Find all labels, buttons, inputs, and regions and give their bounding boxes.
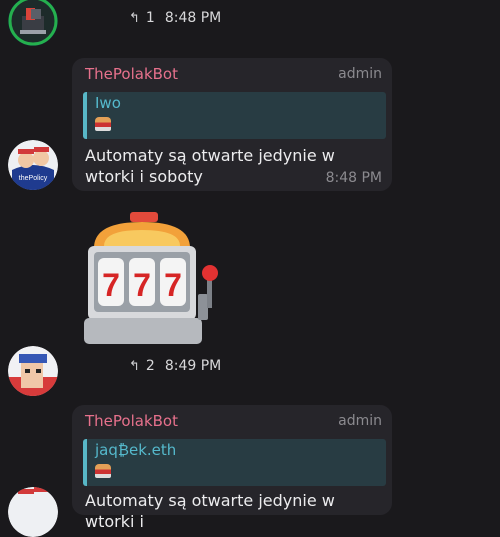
message-bubble[interactable]: ThePolakBot admin jaq₿ek.eth Automaty są… [72, 405, 392, 531]
reply-arrow-icon[interactable]: ↰ [129, 11, 140, 26]
sender-name[interactable]: ThePolakBot [85, 65, 178, 83]
message-time: 8:48 PM [164, 10, 222, 26]
reply-count[interactable]: 1 [146, 10, 155, 26]
admin-badge: admin [338, 66, 382, 82]
reply-quote[interactable]: Iwo [83, 92, 386, 139]
reel-1-digit: 7 [102, 267, 120, 303]
quote-author: Iwo [95, 94, 121, 112]
message-text: Automaty są otwarte jedynie w wtorki i [85, 491, 335, 531]
message-meta: ↰ 2 8:49 PM [129, 358, 221, 374]
avatar-image: thePolicy [8, 140, 58, 190]
avatar-bot[interactable]: thePolicy [8, 140, 58, 190]
slot-machine-icon [95, 464, 111, 478]
slot-machine-icon: 7 7 7 [84, 212, 218, 344]
reply-arrow-icon[interactable]: ↰ [129, 359, 140, 374]
reel-2-digit: 7 [133, 267, 151, 303]
reply-count[interactable]: 2 [146, 358, 155, 374]
slot-machine-sticker[interactable]: 7 7 7 [82, 208, 222, 352]
avatar-image [8, 487, 58, 537]
message-meta: ↰ 1 8:48 PM [129, 10, 221, 26]
reply-quote[interactable]: jaq₿ek.eth [83, 439, 386, 486]
sender-name[interactable]: ThePolakBot [85, 412, 178, 430]
quote-author: jaq₿ek.eth [95, 441, 177, 459]
avatar-user-top[interactable] [8, 0, 58, 46]
avatar-bot-partial[interactable] [8, 487, 58, 537]
admin-badge: admin [338, 413, 382, 429]
avatar-label: thePolicy [19, 175, 48, 182]
slot-machine-icon [95, 117, 111, 131]
avatar-image [8, 346, 58, 396]
message-bubble[interactable]: ThePolakBot admin Iwo Automaty są otwart… [72, 58, 392, 191]
avatar-user-punk[interactable] [8, 346, 58, 396]
avatar-image [8, 0, 58, 46]
message-time: 8:49 PM [164, 358, 222, 374]
message-time: 8:48 PM [325, 170, 382, 186]
reel-3-digit: 7 [164, 267, 182, 303]
